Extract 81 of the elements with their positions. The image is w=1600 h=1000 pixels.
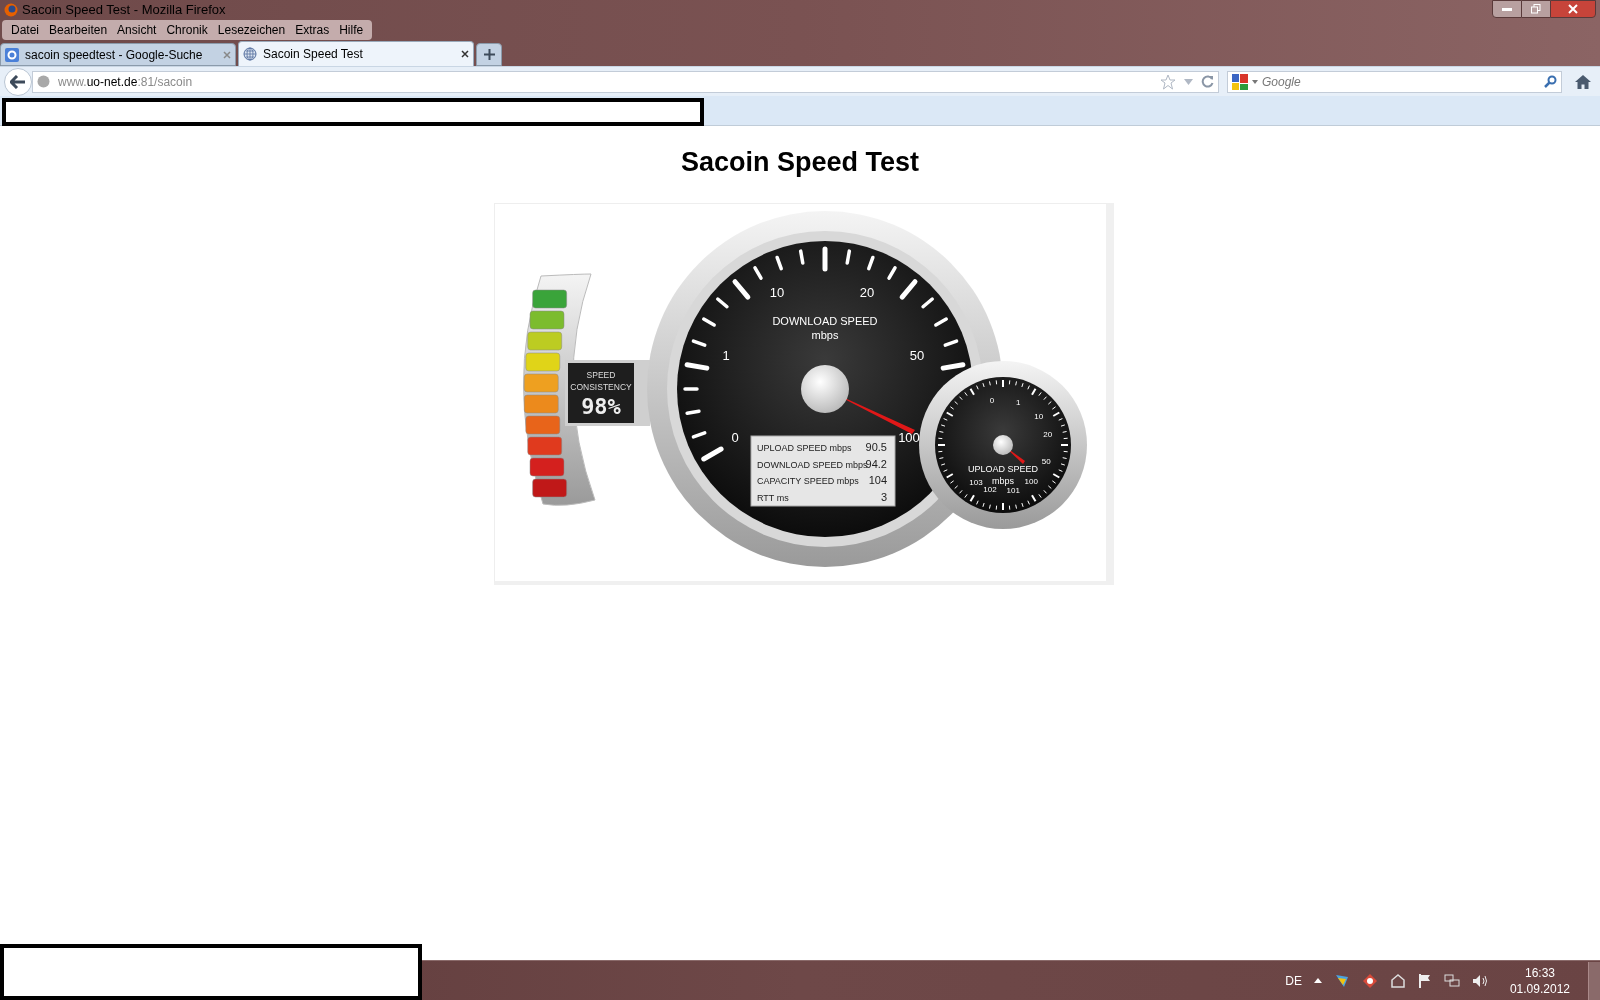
dial-scale-label: 0 [731, 429, 739, 445]
menu-item[interactable]: Datei [6, 21, 44, 39]
dial-unit: mbps [992, 475, 1014, 486]
dial-scale-label: 100 [1024, 476, 1038, 486]
new-tab-button[interactable] [476, 43, 502, 66]
result-value: 90.5 [865, 440, 887, 453]
dial-scale-label: 100 [898, 429, 920, 445]
dial-unit: mbps [811, 328, 839, 341]
close-icon [1568, 4, 1578, 14]
browser-tab[interactable]: Sacoin Speed Test [238, 41, 474, 66]
back-button[interactable] [4, 67, 32, 96]
star-icon[interactable] [1160, 73, 1176, 90]
menu-item[interactable]: Lesezeichen [212, 21, 291, 39]
google-logo-icon [1232, 73, 1248, 90]
dropdown-arrow-icon[interactable] [1252, 79, 1258, 84]
result-value: 104 [868, 473, 887, 486]
meter-label: CONSISTENCY [570, 381, 632, 392]
tray-app-icon[interactable] [1361, 972, 1378, 989]
firefox-logo-icon [4, 3, 18, 17]
close-icon[interactable] [461, 50, 469, 58]
close-button[interactable] [1550, 0, 1596, 18]
result-value: 94.2 [865, 457, 887, 469]
tray-app-icon[interactable] [1333, 972, 1350, 989]
search-icon[interactable] [1544, 75, 1557, 88]
page-heading: Sacoin Speed Test [680, 146, 920, 179]
dial-scale-label: 1 [722, 347, 730, 363]
dial-scale-label: 0 [989, 395, 995, 405]
url-text: www.uo-net.de:81/sacoin [58, 73, 193, 91]
dial-scale-label: 1 [1016, 397, 1021, 407]
restore-icon [1531, 4, 1541, 14]
network-icon[interactable] [1443, 972, 1460, 989]
browser-tab[interactable]: sacoin speedtest - Google-Suche [0, 43, 236, 66]
result-value: 3 [880, 490, 887, 502]
needle-hub [993, 434, 1013, 455]
address-bar[interactable]: www.uo-net.de:81/sacoin [32, 70, 1219, 93]
dial-scale-label: 102 [983, 484, 997, 494]
dial-scale-label: 10 [769, 284, 785, 300]
google-logo-icon [5, 47, 19, 62]
clock-time: 16:33 [1524, 964, 1555, 981]
dial-scale-label: 20 [1043, 429, 1053, 439]
reload-icon[interactable] [1201, 75, 1214, 88]
result-label: UPLOAD SPEED mbps [757, 442, 852, 453]
result-label: DOWNLOAD SPEED mbps [757, 459, 868, 469]
window-title: Sacoin Speed Test - Mozilla Firefox [22, 1, 226, 20]
back-arrow-icon [10, 74, 26, 89]
clock[interactable]: 16:33 01.09.2012 [1509, 964, 1570, 997]
meter-reading: 98% [581, 393, 621, 419]
flag-icon[interactable] [1417, 972, 1432, 989]
meter-label: SPEED [586, 369, 616, 380]
menu-item[interactable]: Extras [290, 21, 335, 39]
search-field[interactable]: Google [1227, 70, 1562, 93]
globe-icon [243, 47, 257, 61]
menu-item[interactable]: Bearbeiten [44, 21, 113, 39]
result-label: RTT ms [757, 492, 789, 502]
plus-icon [483, 49, 495, 60]
restore-button[interactable] [1522, 0, 1550, 18]
dial-title: UPLOAD SPEED [968, 463, 1038, 474]
caret-up-icon[interactable] [1313, 978, 1322, 983]
dial-scale-label: 20 [859, 284, 875, 300]
dial-scale-label: 101 [1006, 485, 1020, 495]
show-desktop-button[interactable] [1588, 961, 1600, 1000]
tab-title: Sacoin Speed Test [263, 46, 364, 63]
dial-scale-label: 103 [969, 477, 983, 487]
search-input[interactable]: Google [1262, 72, 1540, 91]
globe-icon [37, 75, 50, 88]
dial-scale-label: 50 [1041, 456, 1051, 466]
minimize-icon [1502, 7, 1512, 11]
menu-item[interactable]: Hilfe [334, 21, 369, 39]
minimize-button[interactable] [1492, 0, 1522, 18]
dial-scale-label: 50 [909, 347, 925, 363]
dial-scale-label: 10 [1034, 411, 1044, 421]
language-indicator[interactable]: DE [1285, 971, 1302, 990]
menu-item[interactable]: Chronik [161, 21, 213, 39]
tab-title: sacoin speedtest - Google-Suche [25, 46, 204, 64]
needle-hub [801, 364, 849, 413]
tray-app-icon[interactable] [1389, 972, 1406, 989]
clock-date: 01.09.2012 [1509, 980, 1570, 997]
home-icon[interactable] [1574, 73, 1592, 90]
menu-item[interactable]: Ansicht [112, 21, 162, 39]
result-label: CAPACITY SPEED mbps [757, 475, 859, 486]
dial-title: DOWNLOAD SPEED [772, 314, 878, 327]
